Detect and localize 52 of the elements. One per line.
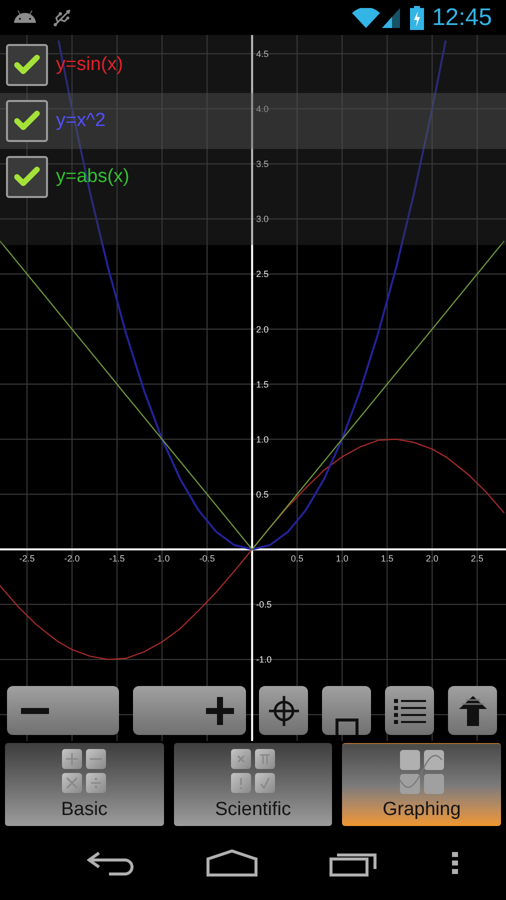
export-button[interactable]	[448, 686, 497, 735]
signal-icon	[382, 8, 400, 28]
arithmetic-icon	[62, 749, 106, 793]
tick-label: 1.0	[336, 553, 348, 564]
arrow-up-icon	[458, 694, 488, 726]
tick-label: 3.5	[256, 159, 269, 170]
scientific-icon	[231, 749, 275, 793]
tick-label: 1.5	[256, 379, 269, 390]
checkbox[interactable]	[6, 100, 48, 142]
checkbox[interactable]	[6, 156, 48, 198]
function-label: y=sin(x)	[56, 52, 124, 77]
crosshair-icon	[268, 696, 298, 726]
minus-icon	[21, 708, 49, 714]
tick-label: 1.5	[380, 553, 394, 564]
list-icon	[394, 696, 426, 724]
tick-label: -0.5	[256, 600, 272, 610]
zoom-in-button[interactable]	[133, 686, 246, 735]
zoom-out-button[interactable]	[7, 686, 119, 735]
save-button[interactable]	[322, 686, 371, 735]
tick-label: 4.5	[256, 48, 269, 59]
function-label: y=x^2	[56, 108, 106, 133]
tick-label: 3.0	[256, 214, 269, 224]
usb-icon	[52, 8, 72, 28]
tick-label: 0.5	[256, 489, 269, 500]
tick-label: 2.0	[426, 553, 438, 564]
checkbox[interactable]	[6, 44, 48, 86]
floppy-icon	[334, 717, 358, 735]
clock: 12:45	[432, 2, 492, 32]
tick-label: -2.0	[64, 553, 80, 564]
tick-label: 1.0	[256, 434, 269, 444]
list-button[interactable]	[385, 686, 434, 735]
graph-icon	[400, 750, 444, 794]
tick-label: 2.5	[256, 269, 269, 280]
tick-label: 4.0	[256, 104, 269, 114]
tick-label: 2.0	[256, 324, 269, 334]
battery-icon	[410, 6, 424, 30]
tick-label: 0.5	[290, 553, 304, 564]
plus-icon	[206, 696, 234, 724]
back-arrow-icon	[86, 849, 135, 877]
tick-label: -1.5	[109, 553, 125, 564]
mode-tab[interactable]: Basic	[5, 743, 164, 826]
home-icon	[206, 849, 258, 877]
function-row[interactable]: y=sin(x)	[0, 37, 130, 93]
tick-label: -1.0	[154, 553, 170, 564]
mode-tab[interactable]: Scientific	[174, 743, 332, 826]
tick-label: -1.0	[256, 654, 272, 665]
tick-label: -0.5	[199, 553, 215, 564]
tick-label: -2.5	[19, 553, 35, 564]
tick-label: 2.5	[470, 553, 484, 564]
menu-dots-icon	[452, 852, 458, 874]
mode-tab[interactable]: Graphing	[342, 743, 502, 826]
center-button[interactable]	[259, 686, 308, 735]
